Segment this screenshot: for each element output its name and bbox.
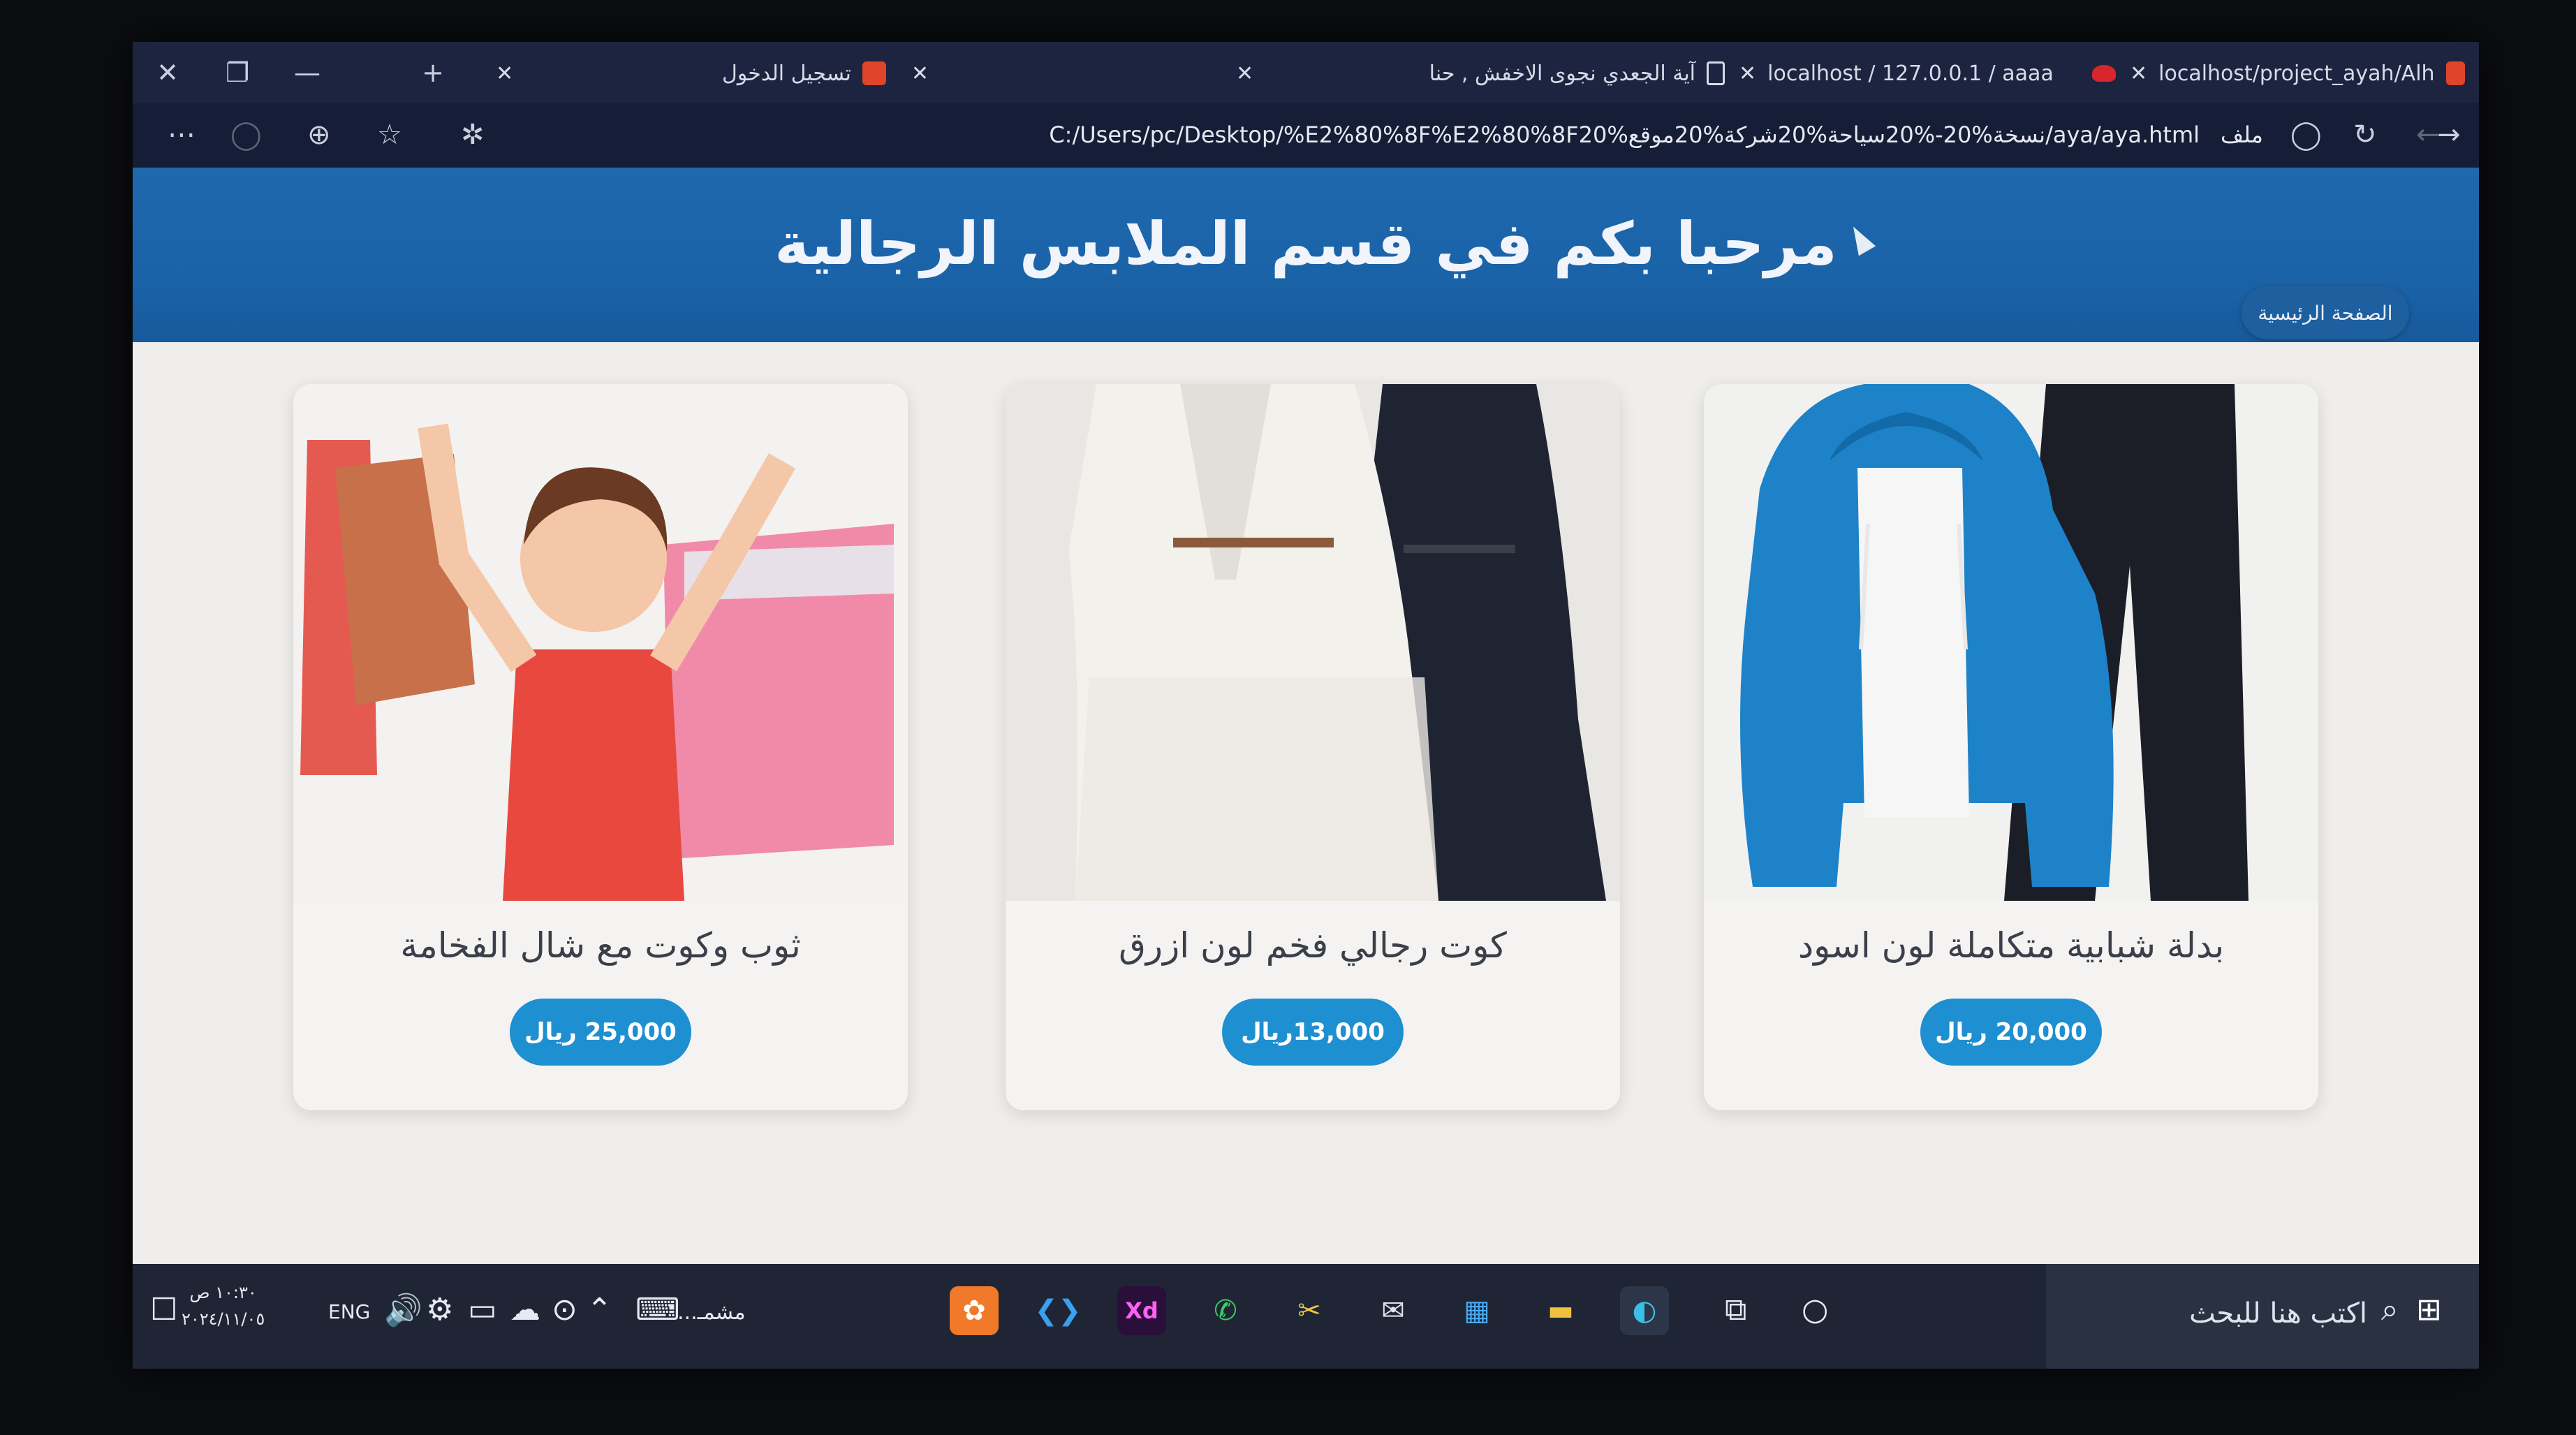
tab-project[interactable]: ✕ localhost/project_ayah/Alh — [2130, 52, 2465, 95]
new-tab-icon[interactable]: + — [398, 42, 468, 103]
tab-login[interactable]: ✕ تسجيل الدخول ✕ — [496, 52, 929, 95]
battery-icon[interactable]: ▭ — [468, 1292, 497, 1327]
price-button[interactable]: 13,000ريال — [1222, 999, 1404, 1066]
favorites-icon[interactable]: ☆ — [377, 119, 402, 151]
close-tab-icon[interactable]: ✕ — [911, 61, 929, 86]
volume-icon[interactable]: 🔊 — [384, 1292, 422, 1328]
windows-start-icon[interactable]: ⊞ — [2416, 1292, 2442, 1327]
product-name: كوت رجالي فخم لون ازرق — [1119, 925, 1507, 966]
monitor-screen: ✕ ❐ — + ✕ تسجيل الدخول ✕ ✕ آية الجعدي نج… — [133, 42, 2479, 1369]
language-indicator[interactable]: ENG — [328, 1300, 370, 1323]
product-card[interactable]: ثوب وكوت مع شال الفخامة 25,000 ريال — [293, 384, 908, 1110]
taskbar-search-box[interactable]: اكتب هنا للبحث ⌕ — [2046, 1264, 2479, 1369]
search-input[interactable]: اكتب هنا للبحث — [2088, 1297, 2367, 1330]
weather-widget[interactable]: مشمـ... — [677, 1300, 746, 1325]
snipping-tool-icon[interactable]: ✂ — [1285, 1286, 1334, 1335]
onedrive-icon[interactable]: ☁ — [510, 1292, 540, 1327]
product-name: بدلة شبابية متكاملة لون اسود — [1797, 925, 2225, 966]
page-title: مرحبا بكم في قسم الملابس الرجالية — [774, 209, 1837, 278]
adobe-xd-app-icon[interactable]: Xd — [1117, 1286, 1166, 1335]
coats-image — [1006, 384, 1620, 901]
minimize-window-icon[interactable]: — — [272, 42, 342, 103]
close-tab-icon[interactable]: ✕ — [2130, 61, 2147, 86]
price-button[interactable]: 20,000 ريال — [1920, 999, 2102, 1066]
xampp-app-icon[interactable]: ✿ — [950, 1286, 999, 1335]
phpmyadmin-favicon-icon — [2092, 65, 2116, 82]
home-button[interactable]: الصفحة الرئيسية — [2242, 286, 2409, 339]
clock-time: ١٠:٣٠ ص — [189, 1283, 257, 1302]
xampp-favicon-icon — [2445, 61, 2465, 85]
tab-label: localhost/project_ayah/Alh — [2158, 61, 2435, 86]
tab-label: localhost / 127.0.0.1 / aaaa — [1767, 61, 2054, 86]
tab-label: آية الجعدي نجوى الاخفش , حنا — [1429, 61, 1695, 86]
price-button[interactable]: 25,000 ريال — [510, 999, 691, 1066]
cortana-icon[interactable]: ○ — [1802, 1292, 1828, 1327]
file-explorer-icon[interactable]: ▬ — [1536, 1286, 1585, 1335]
browser-toolbar: ⋯ ◯ ⊕ ☆ ✲ C:/Users/pc/Desktop/%E2%80%8F%… — [133, 103, 2479, 168]
task-view-icon[interactable]: ⧉ — [1725, 1292, 1746, 1327]
vscode-app-icon[interactable]: ❮❯ — [1033, 1286, 1082, 1335]
close-window-icon[interactable]: ✕ — [133, 42, 203, 103]
xampp-favicon-icon — [862, 61, 886, 85]
browser-tab-strip: ✕ ❐ — + ✕ تسجيل الدخول ✕ ✕ آية الجعدي نج… — [133, 42, 2479, 103]
close-tab-icon[interactable]: ✕ — [496, 61, 513, 86]
windows-taskbar: ☐ ١٠:٣٠ ص ٢٠٢٤/١١/٠٥ ENG 🔊 ⚙ ▭ ☁ ⊙ ⌃ ⌨ م… — [133, 1264, 2479, 1369]
store-app-icon[interactable]: ▦ — [1452, 1286, 1501, 1335]
show-hidden-icons-chevron-icon[interactable]: ⌃ — [587, 1292, 612, 1327]
restore-window-icon[interactable]: ❐ — [203, 42, 272, 103]
close-tab-icon[interactable]: ✕ — [1236, 61, 1253, 86]
shopping-girl-image — [293, 384, 908, 901]
info-icon[interactable]: ◯ — [2290, 119, 2322, 151]
close-tab-icon[interactable]: ✕ — [1739, 61, 1756, 86]
more-options-icon[interactable]: ⋯ — [168, 119, 196, 151]
tab-phpmyadmin[interactable]: ✕ localhost / 127.0.0.1 / aaaa — [1739, 52, 2116, 95]
product-name: ثوب وكوت مع شال الفخامة — [400, 925, 801, 966]
product-card[interactable]: بدلة شبابية متكاملة لون اسود 20,000 ريال — [1704, 384, 2318, 1110]
profile-icon[interactable]: ◯ — [230, 119, 262, 151]
tracksuit-image — [1704, 384, 2318, 901]
refresh-icon[interactable]: ↻ — [2353, 119, 2377, 151]
security-icon[interactable]: ⊙ — [552, 1292, 577, 1327]
extensions-icon[interactable]: ✲ — [461, 119, 485, 151]
notifications-icon[interactable]: ☐ — [150, 1292, 177, 1327]
address-bar-url[interactable]: C:/Users/pc/Desktop/%E2%80%8F%E2%80%8Fنس… — [999, 122, 2200, 148]
back-icon[interactable]: ← — [2416, 119, 2440, 151]
edge-browser-icon[interactable]: ◐ — [1620, 1286, 1669, 1335]
system-clock[interactable]: ١٠:٣٠ ص ٢٠٢٤/١١/٠٥ — [182, 1279, 265, 1332]
whatsapp-app-icon[interactable]: ✆ — [1201, 1286, 1250, 1335]
page-favicon-icon — [1707, 61, 1725, 85]
products-section: بدلة شبابية متكاملة لون اسود 20,000 ريال… — [133, 342, 2479, 1264]
site-header: مرحبا بكم في قسم الملابس الرجالية الصفحة… — [133, 168, 2479, 342]
tab-label: تسجيل الدخول — [722, 61, 851, 86]
collections-icon[interactable]: ⊕ — [307, 119, 331, 151]
file-scheme-label: ملف — [2221, 122, 2263, 148]
mail-app-icon[interactable]: ✉ — [1369, 1286, 1418, 1335]
product-card[interactable]: كوت رجالي فخم لون ازرق 13,000ريال — [1006, 384, 1620, 1110]
forward-arrow-icon[interactable]: → — [2437, 119, 2461, 151]
network-icon[interactable]: ⚙ — [426, 1292, 453, 1327]
keyboard-icon[interactable]: ⌨ — [635, 1292, 680, 1327]
search-icon: ⌕ — [2381, 1292, 2399, 1327]
clock-date: ٢٠٢٤/١١/٠٥ — [182, 1309, 265, 1329]
tab-names[interactable]: ✕ آية الجعدي نجوى الاخفش , حنا — [1236, 52, 1725, 95]
